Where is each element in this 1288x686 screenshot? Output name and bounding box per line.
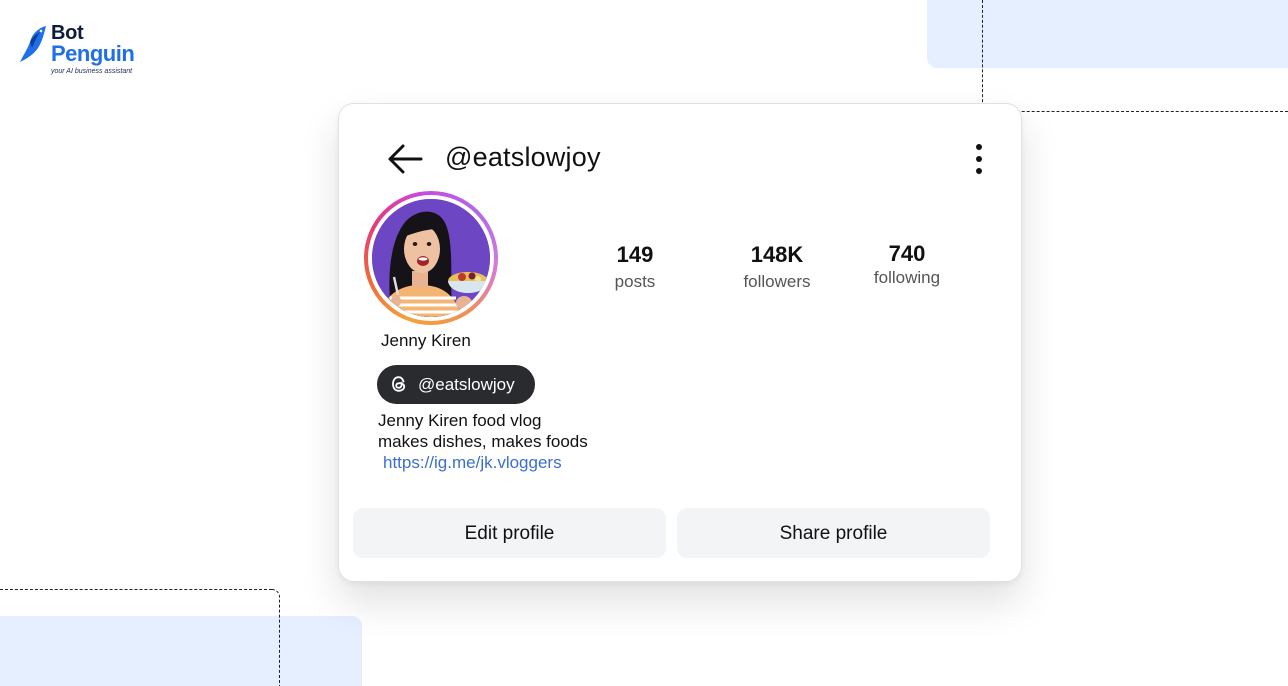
more-options-button[interactable]: [969, 141, 989, 177]
decorative-dashed-line: [982, 111, 1288, 112]
share-profile-button[interactable]: Share profile: [677, 508, 990, 558]
following-label: following: [873, 268, 941, 287]
threads-badge[interactable]: @eatslowjoy: [377, 365, 535, 404]
decorative-dashed-line: [982, 0, 983, 112]
back-button[interactable]: [385, 142, 425, 176]
more-vertical-icon-dot: [976, 156, 982, 162]
bio-line: makes dishes, makes foods: [378, 432, 588, 451]
edit-profile-button[interactable]: Edit profile: [353, 508, 666, 558]
penguin-logo-icon: [20, 26, 46, 62]
profile-card: @eatslowjoy 149 posts 148K followers 740…: [338, 103, 1022, 582]
bio: Jenny Kiren food vlog makes dishes, make…: [378, 410, 588, 473]
followers-label: followers: [743, 272, 811, 291]
followers-count: 148K: [750, 242, 804, 267]
profile-handle-title: @eatslowjoy: [445, 142, 601, 172]
profile-photo-icon: [372, 199, 490, 317]
posts-stat[interactable]: 149 posts: [589, 242, 681, 292]
more-vertical-icon: [976, 144, 982, 150]
avatar: [372, 199, 490, 317]
avatar-border: [368, 195, 494, 321]
brand-name-line2: Penguin: [51, 41, 135, 66]
bio-link[interactable]: https://ig.me/jk.vloggers: [383, 452, 588, 473]
bio-line: Jenny Kiren food vlog: [378, 411, 542, 430]
brand-logo: Bot Penguin your AI business assistant: [18, 22, 148, 82]
following-stat[interactable]: 740 following: [861, 241, 953, 288]
brand-tagline: your AI business assistant: [51, 68, 133, 75]
threads-icon: [392, 376, 406, 392]
decorative-dashed-corner: [272, 589, 280, 686]
posts-count: 149: [616, 242, 654, 267]
story-ring[interactable]: [364, 191, 498, 325]
followers-stat[interactable]: 148K followers: [723, 242, 831, 292]
threads-handle: @eatslowjoy: [418, 375, 515, 394]
arrow-left-icon: [388, 144, 423, 174]
following-count: 740: [888, 241, 926, 266]
more-vertical-icon-dot: [976, 168, 982, 174]
decorative-block-bottom-left: [0, 616, 362, 686]
decorative-dashed-line: [0, 589, 272, 590]
display-name: Jenny Kiren: [381, 331, 471, 350]
posts-label: posts: [614, 272, 656, 291]
